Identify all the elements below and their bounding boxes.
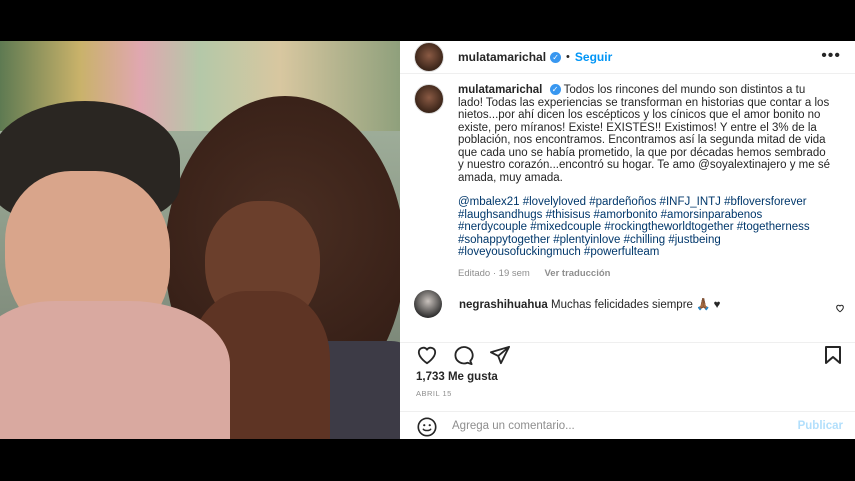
commenter-avatar[interactable] bbox=[414, 290, 442, 318]
add-comment-bar: Agrega un comentario... Publicar bbox=[400, 411, 855, 440]
comment-text: negrashihuahua Muchas felicidades siempr… bbox=[459, 297, 720, 311]
caption: mulatamarichal ✓ Todos los rincones del … bbox=[458, 84, 830, 280]
edited-label: Editado · 19 sem bbox=[458, 267, 530, 279]
comment-icon[interactable] bbox=[452, 345, 474, 370]
more-icon[interactable]: ••• bbox=[821, 47, 841, 65]
commenter-username[interactable]: negrashihuahua bbox=[459, 299, 548, 311]
author-username[interactable]: mulatamarichal bbox=[458, 50, 546, 64]
likes-count[interactable]: 1,733 Me gusta bbox=[416, 371, 498, 383]
publish-button[interactable]: Publicar bbox=[798, 420, 843, 432]
post-photo[interactable] bbox=[0, 41, 400, 439]
share-icon[interactable] bbox=[489, 345, 511, 370]
comment-input[interactable]: Agrega un comentario... bbox=[452, 420, 575, 432]
heart-icon[interactable] bbox=[416, 345, 438, 370]
instagram-post: mulatamarichal ✓ • Seguir ••• mulatamari… bbox=[0, 41, 855, 439]
post-side-panel: mulatamarichal ✓ • Seguir ••• mulatamari… bbox=[400, 41, 855, 439]
caption-verified-badge-icon: ✓ bbox=[549, 84, 561, 96]
caption-hashtags[interactable]: @mbalex21 #lovelyloved #pardeñoños #INFJ… bbox=[458, 196, 830, 259]
action-bar bbox=[400, 342, 855, 367]
comment-body: Muchas felicidades siempre 🙏🏾 ♥ bbox=[551, 299, 721, 311]
caption-block: mulatamarichal ✓ Todos los rincones del … bbox=[400, 74, 855, 280]
comment-like-icon[interactable] bbox=[835, 303, 845, 316]
post-date: ABRIL 15 bbox=[416, 389, 452, 398]
emoji-icon[interactable] bbox=[416, 416, 438, 443]
save-icon[interactable] bbox=[824, 345, 842, 370]
post-header: mulatamarichal ✓ • Seguir ••• bbox=[400, 41, 855, 74]
caption-avatar[interactable] bbox=[414, 84, 444, 114]
follow-button[interactable]: Seguir bbox=[575, 50, 612, 64]
header-separator: • bbox=[566, 51, 570, 63]
verified-badge-icon: ✓ bbox=[550, 51, 562, 63]
translate-link[interactable]: Ver traducción bbox=[544, 268, 610, 279]
comment-row: negrashihuahua Muchas felicidades siempr… bbox=[400, 280, 855, 318]
caption-text: Todos los rincones del mundo son distint… bbox=[458, 84, 830, 184]
caption-username[interactable]: mulatamarichal bbox=[458, 84, 542, 96]
author-avatar[interactable] bbox=[414, 42, 444, 72]
caption-meta: Editado · 19 sem Ver traducción bbox=[458, 268, 830, 281]
